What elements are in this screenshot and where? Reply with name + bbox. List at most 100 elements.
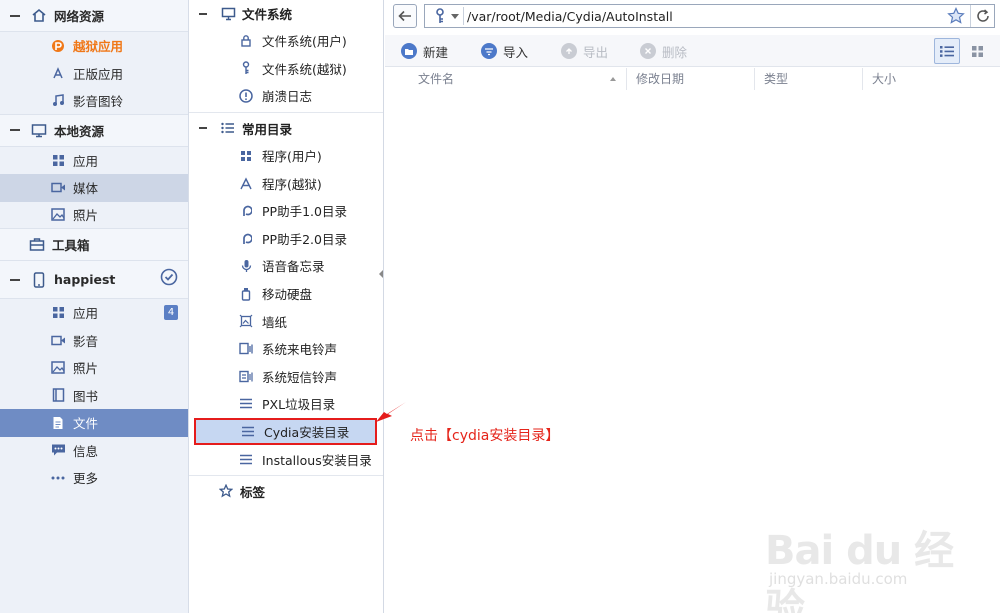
pp-icon	[239, 204, 253, 218]
music-note-icon	[50, 92, 66, 108]
collapse-icon[interactable]	[199, 127, 207, 130]
section-title: 网络资源	[54, 9, 105, 24]
annotation-text: 点击【cydia安装目录】	[410, 428, 560, 444]
app-store-icon	[50, 65, 66, 81]
nav-item-jailbreak-apps[interactable]: 越狱应用	[0, 32, 188, 60]
sort-ascending-icon	[610, 77, 616, 81]
file-table-header: 文件名 修改日期 类型 大小	[409, 68, 989, 90]
nav-item-official-apps[interactable]: 正版应用	[0, 60, 188, 88]
section-local-resources[interactable]: 本地资源	[0, 114, 188, 147]
tree-item-voice-memos[interactable]: 语音备忘录	[189, 252, 383, 280]
microphone-icon	[239, 259, 253, 273]
photo-icon	[50, 207, 66, 223]
tree-item-label: 文件系统(越狱)	[262, 61, 347, 77]
nav-item-device-messages[interactable]: 信息	[0, 437, 188, 465]
left-navigation: 网络资源 越狱应用 正版应用 影音图铃 本地资源 应用 媒体 照片 工具箱 ha…	[0, 0, 189, 613]
nav-item-local-apps[interactable]: 应用	[0, 147, 188, 175]
column-label: 修改日期	[636, 72, 685, 86]
arrow-left-icon	[398, 10, 411, 22]
column-header-type[interactable]: 类型	[755, 68, 863, 90]
pp-icon	[239, 231, 253, 245]
tree-item-pp1-dir[interactable]: PP助手1.0目录	[189, 197, 383, 225]
tree-item-label: 程序(用户)	[262, 149, 322, 165]
import-button[interactable]: 导入	[481, 42, 528, 60]
count-badge: 4	[164, 305, 178, 320]
device-name: happiest	[54, 272, 116, 287]
tree-item-label: Installous安装目录	[262, 452, 372, 468]
alert-icon	[239, 89, 253, 103]
column-header-modified[interactable]: 修改日期	[627, 68, 755, 90]
column-header-filename[interactable]: 文件名	[409, 68, 627, 90]
book-icon	[50, 387, 66, 403]
tree-item-cydia-dir[interactable]: Cydia安装目录	[194, 417, 377, 446]
back-button[interactable]	[393, 4, 417, 28]
collapse-icon[interactable]	[10, 14, 20, 17]
new-label: 新建	[423, 44, 449, 60]
import-label: 导入	[503, 44, 529, 60]
nav-item-device-photos[interactable]: 照片	[0, 354, 188, 382]
list-icon	[239, 452, 253, 466]
tree-item-mobile-disk[interactable]: 移动硬盘	[189, 280, 383, 308]
list-icon	[239, 397, 253, 411]
message-icon	[50, 442, 66, 458]
tree-item-pp2-dir[interactable]: PP助手2.0目录	[189, 225, 383, 253]
check-circle-icon[interactable]	[160, 268, 178, 286]
tree-item-wallpaper[interactable]: 墙纸	[189, 307, 383, 335]
tree-item-label: 移动硬盘	[262, 287, 313, 303]
delete-button[interactable]: 删除	[640, 42, 687, 60]
nav-item-device-books[interactable]: 图书	[0, 382, 188, 410]
video-icon	[50, 180, 66, 196]
nav-item-label: 应用	[73, 306, 99, 322]
tree-item-installous-dir[interactable]: Installous安装目录	[189, 445, 383, 473]
tree-section-common-dirs[interactable]: 常用目录	[189, 115, 383, 142]
collapse-icon[interactable]	[199, 12, 207, 15]
nav-item-local-photos[interactable]: 照片	[0, 202, 188, 229]
more-icon	[50, 470, 66, 486]
star-icon	[218, 483, 234, 499]
wallpaper-icon	[239, 314, 253, 328]
section-device[interactable]: happiest	[0, 261, 188, 299]
new-folder-icon	[401, 43, 417, 59]
collapse-icon[interactable]	[10, 278, 20, 281]
path-text[interactable]: /var/root/Media/Cydia/AutoInstall	[467, 9, 946, 24]
tree-item-crash-log[interactable]: 崩溃日志	[189, 82, 383, 110]
path-box[interactable]: /var/root/Media/Cydia/AutoInstall	[424, 4, 995, 28]
nav-item-device-files[interactable]: 文件	[0, 409, 188, 437]
key-icon[interactable]	[431, 7, 449, 25]
favorite-star-icon[interactable]	[946, 6, 966, 26]
nav-item-local-media[interactable]: 媒体	[0, 174, 188, 202]
tree-item-apps-user[interactable]: 程序(用户)	[189, 142, 383, 170]
collapse-panel-icon[interactable]	[378, 268, 384, 280]
nav-item-device-media[interactable]: 影音	[0, 327, 188, 355]
nav-item-device-apps[interactable]: 应用 4	[0, 299, 188, 327]
section-network-resources[interactable]: 网络资源	[0, 0, 188, 32]
nav-item-label: 应用	[73, 153, 99, 169]
nav-item-media-ringtones[interactable]: 影音图铃	[0, 87, 188, 115]
tree-item-call-ringtones[interactable]: 系统来电铃声	[189, 335, 383, 363]
grid-view-button[interactable]	[964, 38, 990, 64]
chevron-down-icon[interactable]	[451, 13, 459, 19]
tree-item-sms-ringtones[interactable]: 系统短信铃声	[189, 363, 383, 391]
list-view-button[interactable]	[934, 38, 960, 64]
refresh-button[interactable]	[970, 5, 994, 27]
nav-item-label: 越狱应用	[73, 39, 124, 55]
tree-item-fs-jailbreak[interactable]: 文件系统(越狱)	[189, 55, 383, 83]
pp-icon	[50, 38, 66, 54]
column-header-size[interactable]: 大小	[863, 68, 989, 90]
tree-item-label: 系统短信铃声	[262, 369, 338, 385]
tree-section-tags[interactable]: 标签	[189, 478, 383, 505]
tree-section-filesystem[interactable]: 文件系统	[189, 0, 383, 27]
tree-item-pxl-dir[interactable]: PXL垃圾目录	[189, 390, 383, 418]
export-icon	[561, 43, 577, 59]
delete-label: 删除	[662, 44, 688, 60]
tree-item-fs-user[interactable]: 文件系统(用户)	[189, 27, 383, 55]
nav-item-label: 影音	[73, 333, 99, 349]
grid-icon	[50, 152, 66, 168]
tree-item-apps-jailbreak[interactable]: 程序(越狱)	[189, 169, 383, 197]
nav-item-device-more[interactable]: 更多	[0, 464, 188, 492]
new-button[interactable]: 新建	[401, 42, 448, 60]
collapse-icon[interactable]	[10, 129, 20, 131]
section-toolbox[interactable]: 工具箱	[0, 229, 188, 261]
section-title: 工具箱	[52, 238, 90, 253]
export-button[interactable]: 导出	[561, 42, 608, 60]
